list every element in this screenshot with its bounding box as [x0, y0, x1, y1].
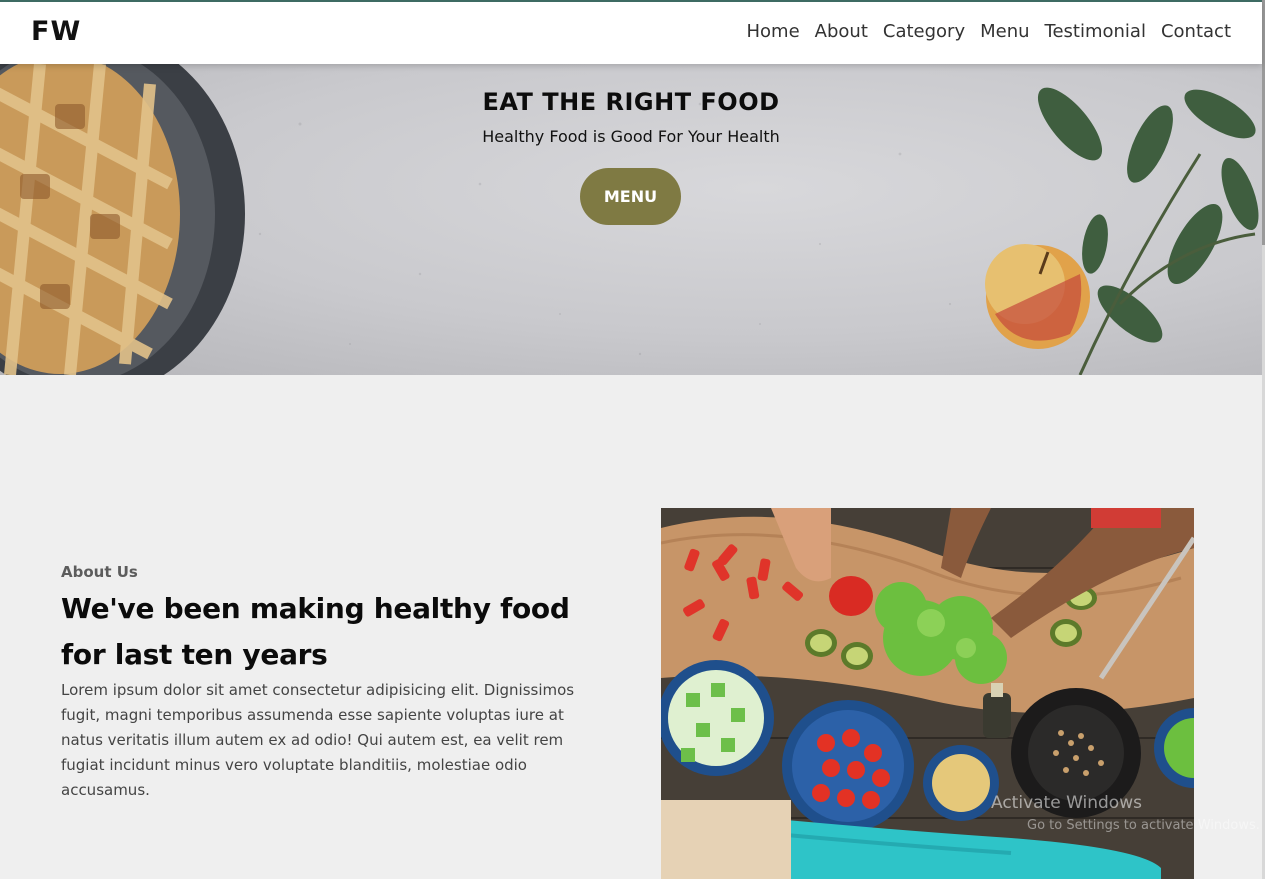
brand-logo[interactable]: FW	[31, 16, 81, 47]
nav-link-menu[interactable]: Menu	[980, 21, 1029, 42]
menu-button[interactable]: MENU	[580, 168, 681, 225]
nav-link-testimonial[interactable]: Testimonial	[1045, 21, 1146, 42]
about-label: About Us	[61, 563, 138, 581]
windows-watermark-title: Activate Windows	[991, 793, 1142, 813]
hero-section: EAT THE RIGHT FOOD Healthy Food is Good …	[0, 64, 1262, 375]
navbar: FW Home About Category Menu Testimonial …	[0, 0, 1262, 64]
nav-link-home[interactable]: Home	[747, 21, 800, 42]
nav-link-category[interactable]: Category	[883, 21, 965, 42]
nav-link-about[interactable]: About	[815, 21, 868, 42]
about-heading: We've been making healthy food for last …	[61, 592, 570, 671]
windows-watermark-subtitle: Go to Settings to activate Windows.	[1027, 818, 1260, 833]
hero-title: EAT THE RIGHT FOOD	[482, 88, 780, 116]
about-paragraph: Lorem ipsum dolor sit amet consectetur a…	[61, 681, 575, 799]
nav-link-contact[interactable]: Contact	[1161, 21, 1231, 42]
hero-subtitle: Healthy Food is Good For Your Health	[482, 127, 780, 146]
nav-links: Home About Category Menu Testimonial Con…	[747, 21, 1232, 42]
